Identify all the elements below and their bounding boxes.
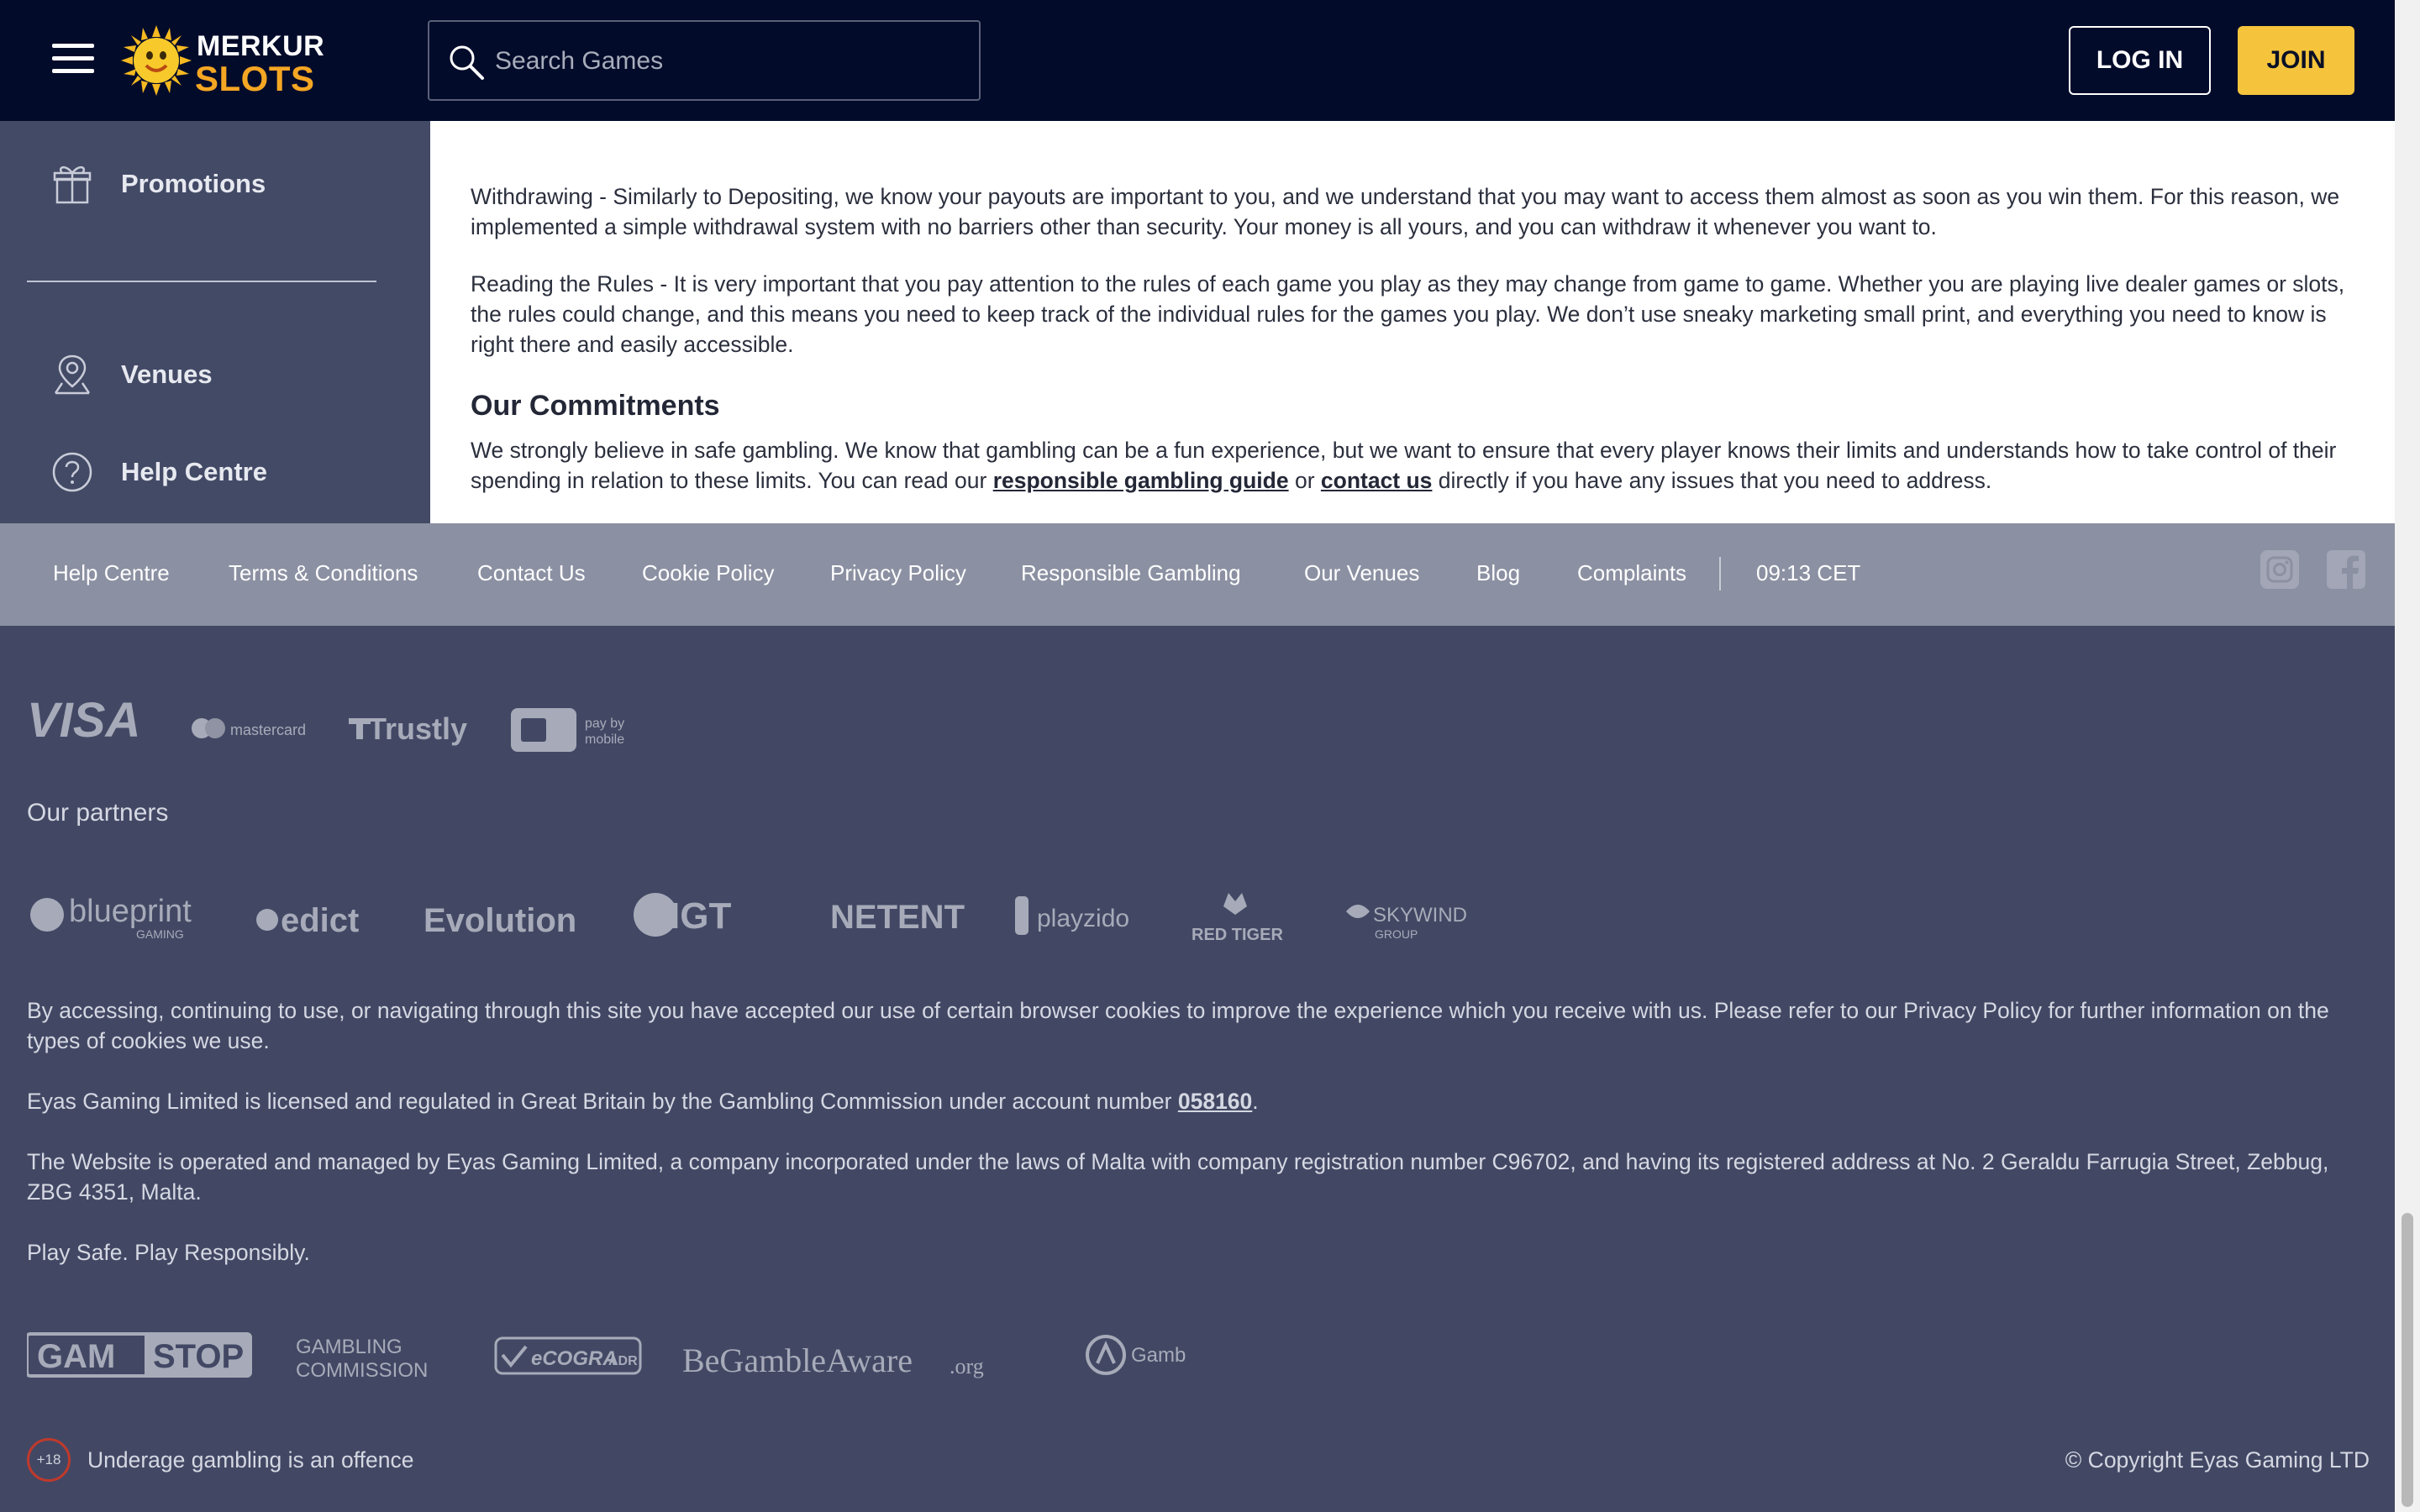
edict-logo: edict	[281, 902, 359, 939]
copyright-text: © Copyright Eyas Gaming LTD	[2065, 1447, 2370, 1473]
gamstop-logo-stop: STOP	[153, 1338, 244, 1375]
footer-link-privacy-policy[interactable]: Privacy Policy	[830, 560, 966, 586]
search-input[interactable]	[495, 37, 965, 86]
license-text: Eyas Gaming Limited is licensed and regu…	[27, 1089, 1178, 1114]
footer-link-complaints[interactable]: Complaints	[1577, 560, 1686, 586]
ecogra-logo: eCOGRA	[531, 1347, 618, 1370]
gamstop-logo: GAM	[37, 1338, 115, 1375]
join-button[interactable]: JOIN	[2238, 26, 2354, 95]
top-header: MERKUR SLOTS LOG IN JOIN	[0, 0, 2395, 121]
netent-logo: NETENT	[830, 899, 965, 936]
commitments-text: or	[1288, 468, 1321, 493]
map-pin-icon	[54, 354, 91, 395]
gambling-commission-logo: GAMBLING	[296, 1336, 402, 1358]
sun-mascot-icon	[121, 25, 192, 96]
license-text-end: .	[1252, 1089, 1259, 1114]
sidebar-item-help-centre[interactable]: Help Centre	[0, 438, 403, 506]
skywind-logo: SKYWIND	[1373, 904, 1467, 927]
sidebar-item-label: Promotions	[121, 169, 266, 198]
sidebar: Promotions Venues Help Centre	[0, 121, 430, 523]
ecogra-adr-label: ADR	[608, 1354, 638, 1368]
red-tiger-logo: RED TIGER	[1192, 926, 1283, 944]
merkur-slots-logo[interactable]: MERKUR SLOTS	[121, 24, 324, 98]
skywind-group-sublabel: GROUP	[1375, 927, 1418, 941]
pay-by-mobile-logo-line2: mobile	[585, 732, 624, 747]
footer-nav-separator	[1719, 557, 1721, 591]
sidebar-item-label: Help Centre	[121, 457, 267, 486]
footer-link-responsible-gambling[interactable]: Responsible Gambling	[1021, 560, 1241, 586]
begambleaware-logo: BeGambleAware	[682, 1341, 913, 1379]
mastercard-logo: mastercard	[230, 722, 306, 738]
play-safe-text: Play Safe. Play Responsibly.	[27, 1240, 310, 1265]
underage-warning: Underage gambling is an offence	[87, 1447, 414, 1473]
igt-logo: IGT	[670, 895, 731, 937]
sidebar-divider	[27, 281, 376, 282]
main-content: Withdrawing - Similarly to Depositing, w…	[430, 121, 2395, 523]
sidebar-item-label: Venues	[121, 360, 213, 389]
menu-icon[interactable]	[52, 42, 94, 76]
search-box[interactable]	[428, 20, 981, 101]
footer-nav: Help Centre Terms & Conditions Contact U…	[0, 523, 2395, 626]
pay-by-mobile-logo: pay by	[585, 717, 624, 731]
current-time: 09:13 CET	[1756, 560, 1861, 585]
footer-link-blog[interactable]: Blog	[1476, 560, 1520, 586]
license-notice: Eyas Gaming Limited is licensed and regu…	[27, 1086, 2380, 1116]
partners-title: Our partners	[27, 799, 169, 827]
search-icon	[450, 45, 484, 80]
footer-link-terms[interactable]: Terms & Conditions	[229, 560, 418, 586]
commitments-text: directly if you have any issues that you…	[1432, 468, 1992, 493]
license-number-link[interactable]: 058160	[1178, 1089, 1252, 1114]
payment-methods-logos: VISA mastercard Trustly pay by mobile	[27, 693, 624, 752]
playzido-logo: playzido	[1037, 905, 1129, 932]
reading-rules-paragraph: Reading the Rules - It is very important…	[471, 271, 2345, 357]
partners-logos: blueprint GAMING edict Evolution IGT NET…	[30, 893, 1467, 944]
trustly-logo: Trustly	[368, 711, 467, 746]
contact-us-link[interactable]: contact us	[1321, 468, 1433, 493]
footer-link-cookie-policy[interactable]: Cookie Policy	[642, 560, 775, 586]
footer-link-help-centre[interactable]: Help Centre	[53, 560, 170, 586]
sidebar-item-promotions[interactable]: Promotions	[0, 150, 403, 218]
begambleaware-org-suffix: .org	[950, 1354, 984, 1378]
commitments-paragraph: We strongly believe in safe gambling. We…	[471, 435, 2361, 496]
commitments-heading: Our Commitments	[471, 390, 720, 422]
withdrawing-paragraph: Withdrawing - Similarly to Depositing, w…	[471, 184, 2340, 239]
question-circle-icon	[52, 452, 92, 492]
footer-link-contact-us[interactable]: Contact Us	[477, 560, 586, 586]
footer-link-our-venues[interactable]: Our Venues	[1304, 560, 1419, 586]
page-scrollbar[interactable]	[2395, 0, 2420, 1512]
login-button[interactable]: LOG IN	[2069, 26, 2211, 95]
instagram-icon[interactable]	[2259, 549, 2301, 591]
cookies-notice: By accessing, continuing to use, or navi…	[27, 998, 2329, 1053]
gamban-logo: Gamban	[1131, 1344, 1186, 1367]
operator-notice: The Website is operated and managed by E…	[27, 1149, 2329, 1205]
footer: VISA mastercard Trustly pay by mobile Ou…	[0, 626, 2395, 1512]
gift-icon	[53, 166, 92, 204]
blueprint-gaming-sublabel: GAMING	[136, 927, 184, 941]
blueprint-logo: blueprint	[69, 894, 192, 929]
brand-name-line2: SLOTS	[195, 59, 315, 98]
gambling-commission-logo-line2: COMMISSION	[296, 1359, 428, 1382]
scrollbar-thumb[interactable]	[2402, 1213, 2413, 1507]
facebook-icon[interactable]	[2325, 549, 2367, 591]
responsible-gambling-guide-link[interactable]: responsible gambling guide	[993, 468, 1289, 493]
sidebar-item-venues[interactable]: Venues	[0, 341, 403, 408]
visa-logo: VISA	[27, 693, 140, 748]
evolution-logo: Evolution	[424, 902, 576, 939]
regulator-logos: GAM STOP GAMBLING COMMISSION eCOGRA ADR …	[27, 1332, 1186, 1382]
age-restriction-badge: +18	[27, 1438, 71, 1482]
